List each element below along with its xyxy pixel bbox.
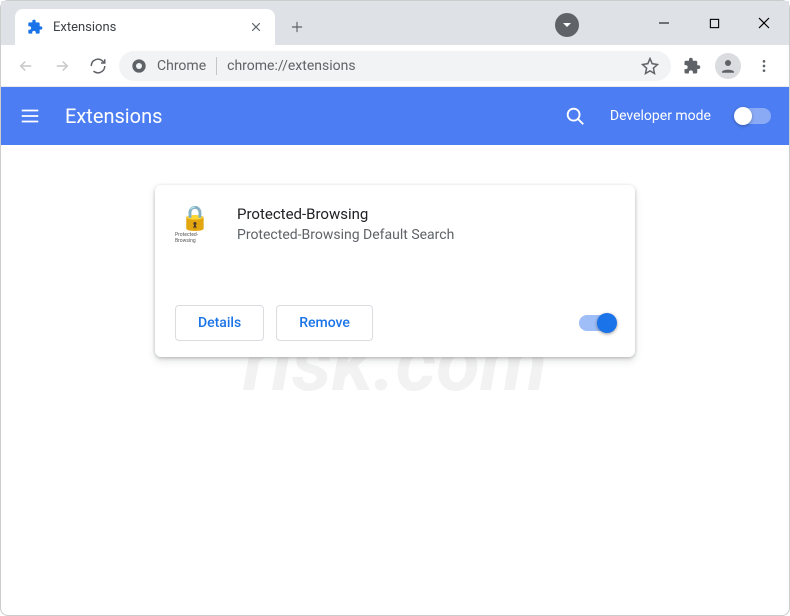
extension-card-actions: Details Remove — [175, 305, 615, 341]
details-button[interactable]: Details — [175, 305, 264, 341]
nav-forward-button[interactable] — [47, 51, 77, 81]
nav-back-button[interactable] — [11, 51, 41, 81]
window-controls — [639, 1, 789, 45]
extensions-puzzle-button[interactable] — [677, 51, 707, 81]
hamburger-menu-icon[interactable] — [19, 105, 41, 127]
browser-toolbar: Chrome chrome://extensions — [1, 45, 789, 87]
extension-card: 🔒 Protected-Browsing Protected-Browsing … — [155, 185, 635, 357]
omnibox-separator — [216, 57, 217, 75]
nav-reload-button[interactable] — [83, 51, 113, 81]
tab-title: Extensions — [53, 20, 249, 35]
profile-indicator-icon — [555, 13, 579, 37]
page-title: Extensions — [65, 104, 540, 128]
search-icon[interactable] — [564, 105, 586, 127]
extension-name: Protected-Browsing — [237, 205, 615, 223]
lock-icon: 🔒 — [180, 206, 210, 230]
extension-icon-caption: Protected-Browsing — [175, 232, 215, 244]
window-maximize-button[interactable] — [689, 1, 739, 45]
extension-card-header: 🔒 Protected-Browsing Protected-Browsing … — [175, 205, 615, 245]
developer-mode-label: Developer mode — [610, 108, 711, 124]
extensions-content: 🔒 Protected-Browsing Protected-Browsing … — [1, 145, 789, 357]
remove-button[interactable]: Remove — [276, 305, 373, 341]
developer-mode-toggle[interactable] — [735, 108, 771, 124]
extension-text: Protected-Browsing Protected-Browsing De… — [237, 205, 615, 245]
omnibox[interactable]: Chrome chrome://extensions — [119, 51, 671, 81]
omnibox-chip-label: Chrome — [157, 58, 206, 74]
plus-icon — [290, 20, 304, 34]
toggle-knob — [597, 313, 617, 333]
toggle-knob — [734, 107, 752, 125]
window-minimize-button[interactable] — [639, 1, 689, 45]
extension-icon: 🔒 Protected-Browsing — [175, 205, 215, 245]
window-titlebar: Extensions — [1, 1, 789, 45]
extension-description: Protected-Browsing Default Search — [237, 227, 615, 243]
profile-avatar-button[interactable] — [713, 51, 743, 81]
window-close-button[interactable] — [739, 1, 789, 45]
omnibox-url: chrome://extensions — [227, 58, 631, 74]
new-tab-button[interactable] — [283, 13, 311, 41]
tab-close-icon[interactable] — [249, 20, 263, 34]
extension-tab-icon — [27, 19, 43, 35]
chrome-menu-button[interactable] — [749, 51, 779, 81]
extensions-header: Extensions Developer mode — [1, 87, 789, 145]
kebab-menu-icon — [756, 58, 772, 74]
bookmark-star-icon[interactable] — [641, 57, 659, 75]
chrome-chip-icon — [131, 58, 147, 74]
browser-tab[interactable]: Extensions — [15, 9, 275, 45]
person-icon — [719, 57, 737, 75]
extension-enable-toggle[interactable] — [579, 315, 615, 331]
